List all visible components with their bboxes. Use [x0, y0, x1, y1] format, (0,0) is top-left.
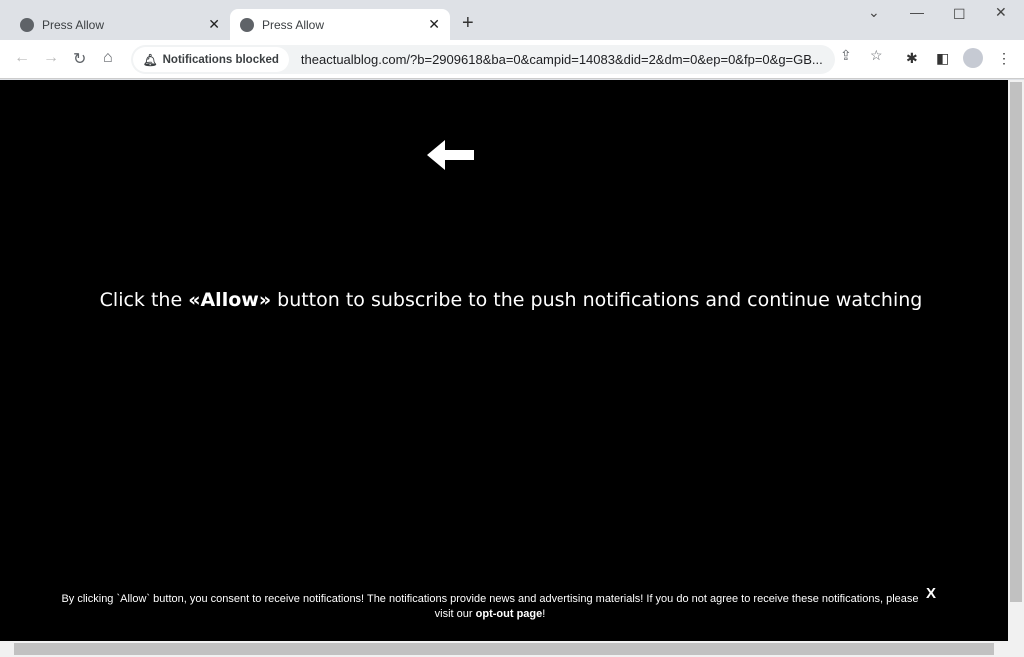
consent-notice: By clicking `Allow` button, you consent …: [61, 593, 919, 620]
star-icon[interactable]: ☆: [870, 47, 883, 64]
close-tab-icon[interactable]: ✕: [208, 16, 220, 33]
browser-toolbar: ← → ↻ ⌂ 🔔︎ Notifications blocked theactu…: [0, 40, 1024, 79]
home-icon[interactable]: ⌂: [103, 49, 113, 67]
reload-icon[interactable]: ↻: [73, 49, 86, 69]
arrow-left-icon: [427, 140, 474, 170]
new-tab-button[interactable]: +: [462, 12, 474, 35]
menu-icon[interactable]: ⋮: [997, 50, 1011, 67]
back-icon[interactable]: ←: [14, 49, 30, 67]
minimize-button[interactable]: —: [910, 4, 924, 20]
address-bar[interactable]: 🔔︎ Notifications blocked theactualblog.c…: [131, 45, 835, 74]
forward-icon[interactable]: →: [43, 49, 59, 67]
tab-2[interactable]: Press Allow ✕: [230, 9, 450, 40]
globe-icon: [20, 17, 34, 32]
extensions-icon[interactable]: ✱: [906, 50, 918, 67]
tab-title: Press Allow: [42, 17, 105, 32]
tab-title: Press Allow: [262, 17, 325, 32]
chip-label: Notifications blocked: [162, 53, 279, 66]
tab-1[interactable]: Press Allow ✕: [10, 9, 230, 40]
side-panel-icon[interactable]: ◧: [936, 50, 949, 67]
globe-icon: [240, 17, 254, 32]
url-text[interactable]: theactualblog.com/?b=2909618&ba=0&campid…: [301, 52, 823, 67]
headline: Click the «Allow» button to subscribe to…: [99, 289, 923, 311]
tab-search-icon[interactable]: ⌄: [868, 4, 880, 21]
notifications-blocked-chip[interactable]: 🔔︎ Notifications blocked: [133, 47, 289, 72]
vertical-scroll-thumb[interactable]: [1010, 82, 1022, 602]
horizontal-scroll-thumb[interactable]: [14, 643, 994, 655]
tab-strip: Press Allow ✕ Press Allow ✕ + ⌄ — ☐ ✕: [0, 0, 1024, 40]
page-content: Click the «Allow» button to subscribe to…: [0, 80, 1008, 641]
opt-out-link[interactable]: opt-out page: [476, 608, 543, 620]
profile-avatar[interactable]: [963, 48, 983, 68]
share-icon[interactable]: ⇪: [840, 47, 852, 64]
maximize-button[interactable]: ☐: [953, 6, 966, 23]
bell-icon: 🔔︎: [143, 54, 158, 67]
consent-close-button[interactable]: X: [926, 585, 936, 602]
close-tab-icon[interactable]: ✕: [428, 16, 440, 33]
close-window-button[interactable]: ✕: [995, 4, 1007, 21]
